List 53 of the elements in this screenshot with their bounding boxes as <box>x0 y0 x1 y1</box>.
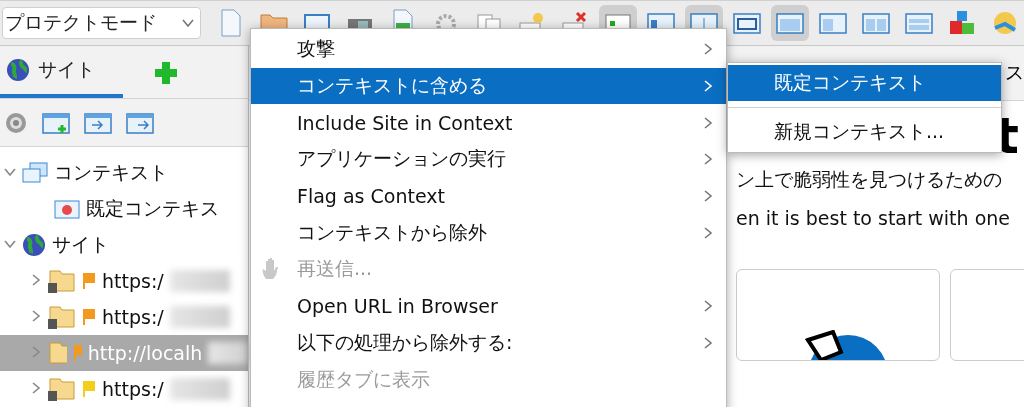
chevron-right-icon[interactable] <box>702 42 714 57</box>
option-card[interactable] <box>736 269 940 361</box>
toolbar-button[interactable] <box>771 5 809 41</box>
new-window-icon[interactable] <box>42 110 70 135</box>
chevron-right-icon[interactable] <box>702 79 714 94</box>
globe-icon <box>22 233 46 257</box>
import-icon[interactable] <box>84 110 112 135</box>
menu-item[interactable]: Flag as Context <box>251 177 726 215</box>
blurred-text <box>169 378 230 400</box>
target-icon[interactable] <box>4 110 28 135</box>
tab-layout-icon <box>819 11 847 35</box>
chevron-right-icon[interactable] <box>702 335 714 350</box>
chevron-right-icon[interactable] <box>702 152 714 167</box>
tab-label[interactable]: ス <box>1005 60 1024 86</box>
tree-node-label[interactable]: https:/ <box>102 270 164 292</box>
menu-item[interactable]: Include Site in Context <box>251 104 726 142</box>
menu-item[interactable]: コンテキストに含める <box>251 67 726 105</box>
rows-icon <box>905 11 933 35</box>
menu-item[interactable]: アプリケーションの実行 <box>251 141 726 178</box>
blurred-text <box>169 270 230 292</box>
mode-dropdown[interactable]: プロテクトモード <box>2 7 201 39</box>
context-icon <box>54 198 80 220</box>
add-icon[interactable] <box>153 60 179 86</box>
columns-icon <box>862 11 890 35</box>
blurred-text <box>169 306 230 328</box>
chevron-right-icon[interactable] <box>30 380 42 395</box>
menu-item[interactable]: 新規コンテキスト... <box>728 114 1001 150</box>
windows-icon <box>22 162 48 184</box>
menu-item[interactable]: 攻撃 <box>251 31 726 68</box>
chevron-right-icon[interactable] <box>702 299 714 314</box>
menu-item[interactable]: 以下の処理から除外する: <box>251 324 726 362</box>
document-icon <box>220 9 242 37</box>
menu-item[interactable]: コンテキストから除外 <box>251 214 726 252</box>
intro-text: ン上で脆弱性を見つけるための <box>736 167 1002 192</box>
chevron-right-icon[interactable] <box>30 272 42 287</box>
tree-node-label[interactable]: 既定コンテキス <box>86 196 219 222</box>
tree-node-label[interactable]: https:/ <box>102 378 164 400</box>
tree-node-label[interactable]: サイト <box>52 232 109 258</box>
blurred-text <box>208 342 248 364</box>
export-icon[interactable] <box>126 110 154 135</box>
chevron-right-icon[interactable] <box>30 308 42 323</box>
tree-node-label[interactable]: https:/ <box>102 306 164 328</box>
chevron-right-icon[interactable] <box>702 189 714 204</box>
menu-item[interactable]: Open URL in Browser <box>251 287 726 325</box>
tab-layout-icon <box>776 11 804 35</box>
tree-node-label[interactable]: コンテキスト <box>54 160 168 186</box>
window-icon <box>733 11 761 35</box>
menu-item[interactable]: 既定コンテキスト <box>728 65 1001 101</box>
blocks-icon <box>948 10 976 36</box>
chevron-right-icon[interactable] <box>702 115 714 130</box>
globe-icon <box>6 58 30 82</box>
chevron-right-icon[interactable] <box>702 225 714 240</box>
intro-text: en it is best to start with one <box>736 207 1010 229</box>
